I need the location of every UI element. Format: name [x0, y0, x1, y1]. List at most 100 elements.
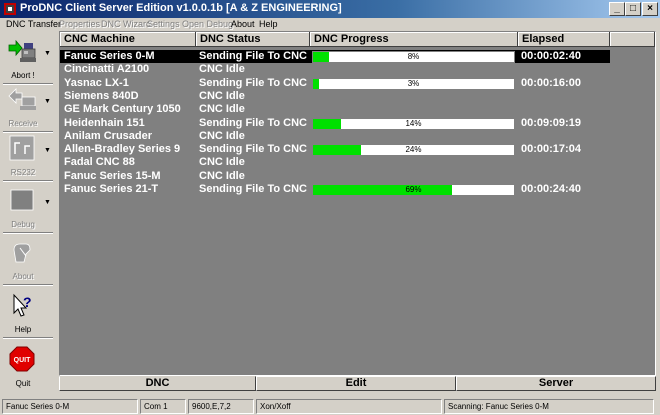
cell-elapsed: 00:00:02:40 [521, 50, 581, 62]
progress-bar: 14% [312, 117, 515, 130]
progress-text: 8% [407, 52, 420, 61]
grid-row[interactable]: Heidenhain 151 Sending File To CNC 14% 00:0… [60, 117, 610, 130]
grid-row[interactable]: Allen-Bradley Series 9 Sending File To CN… [60, 143, 610, 157]
quit-button[interactable]: QUIT Quit [0, 343, 55, 393]
cell-dnc-status: Sending File To CNC [199, 76, 307, 89]
debug-button[interactable]: ▼ Debug [0, 184, 55, 234]
about-label: About [12, 272, 34, 281]
receive-dropdown-arrow-icon[interactable]: ▼ [44, 98, 51, 105]
cell-cnc-machine: Fanuc Series 0-M [64, 50, 155, 62]
column-header-dnc-status[interactable]: DNC Status [196, 32, 310, 47]
cell-dnc-status: Sending File To CNC [199, 183, 307, 195]
menu-bar: DNC Transfer Properties DNC Wizard Setti… [0, 18, 660, 30]
status-bar: Fanuc Series 0-M Com 1 9600,E,7,2 Xon/Xo… [0, 397, 660, 415]
column-header-filler [610, 32, 655, 47]
grid-row[interactable]: Cincinatti A2100 CNC Idle [60, 63, 610, 76]
menu-settings[interactable]: Settings [147, 18, 180, 30]
cell-elapsed [521, 156, 609, 169]
cell-dnc-status: Sending File To CNC [199, 116, 307, 129]
status-flow-control: Xon/Xoff [256, 399, 442, 414]
cell-elapsed [521, 90, 609, 103]
progress-text: 3% [407, 78, 420, 88]
title-bar: ProDNC Client Server Edition v1.0.0.1b [… [0, 0, 660, 18]
cell-dnc-status: Sending File To CNC [199, 143, 307, 156]
receive-icon [8, 88, 36, 110]
cell-elapsed: 00:09:09:19 [521, 116, 581, 129]
tab-edit[interactable]: Edit [256, 376, 456, 391]
close-button[interactable]: × [642, 2, 658, 16]
status-scanning: Scanning: Fanuc Series 0-M [444, 399, 654, 414]
column-header-cnc-machine[interactable]: CNC Machine [60, 32, 196, 47]
tab-dnc[interactable]: DNC [59, 376, 256, 391]
cell-cnc-machine: Siemens 840D [64, 89, 139, 102]
toolbar-divider [3, 284, 53, 286]
abort-label: Abort ! [11, 71, 35, 80]
progress-bar: 8% [312, 51, 515, 63]
cell-cnc-machine: Fanuc Series 21-T [64, 183, 159, 195]
rs232-dropdown-arrow-icon[interactable]: ▼ [44, 147, 51, 154]
help-button[interactable]: ? Help [0, 289, 55, 339]
grid-row[interactable]: Yasnac LX-1 Sending File To CNC 3% 00:00:16… [60, 77, 610, 90]
tab-server[interactable]: Server [456, 376, 656, 391]
column-header-elapsed[interactable]: Elapsed [518, 32, 610, 47]
receive-label: Receive [8, 119, 38, 128]
cell-cnc-machine: Fadal CNC 88 [64, 156, 135, 169]
cell-elapsed: 00:00:16:00 [521, 76, 581, 89]
progress-text: 69% [405, 185, 422, 194]
cell-cnc-machine: Fanuc Series 15-M [64, 169, 161, 182]
grid-row[interactable]: Fanuc Series 15-M CNC Idle [60, 170, 610, 183]
maximize-button[interactable]: □ [625, 2, 641, 16]
menu-properties[interactable]: Properties [59, 18, 100, 30]
help-icon: ? [13, 293, 32, 317]
cell-dnc-status: CNC Idle [199, 169, 245, 182]
menu-about[interactable]: About [231, 18, 255, 30]
menu-dnc-transfer[interactable]: DNC Transfer [6, 18, 61, 30]
cell-elapsed [521, 130, 609, 143]
cell-dnc-status: Sending File To CNC [199, 50, 307, 62]
minimize-button[interactable]: _ [609, 2, 625, 16]
quit-label: Quit [15, 379, 31, 388]
toolbar-divider [3, 337, 53, 339]
left-toolbar: ▼ Abort ! ▼ Receive ▼ RS232 ▼ Debug Abou… [0, 31, 55, 393]
progress-text: 24% [405, 145, 422, 155]
abort-button[interactable]: ▼ Abort ! [0, 35, 55, 85]
cell-cnc-machine: Anilam Crusader [64, 129, 153, 142]
grid-row[interactable]: GE Mark Century 1050 CNC Idle [60, 103, 610, 116]
cell-cnc-machine: Allen-Bradley Series 9 [64, 143, 181, 156]
grid-row[interactable]: Fadal CNC 88 CNC Idle [60, 156, 610, 169]
rs232-button[interactable]: ▼ RS232 [0, 132, 55, 182]
abort-transfer-icon [8, 39, 36, 62]
about-icon [13, 243, 31, 263]
cell-dnc-status: CNC Idle [199, 129, 245, 142]
column-header-dnc-progress[interactable]: DNC Progress [310, 32, 518, 47]
cell-elapsed [521, 103, 609, 116]
grid-row[interactable]: Fanuc Series 21-T Sending File To CNC 69% 0… [60, 183, 610, 196]
debug-dropdown-arrow-icon[interactable]: ▼ [44, 199, 51, 206]
menu-open-debug[interactable]: Open Debug [182, 18, 233, 30]
cell-elapsed [521, 63, 609, 76]
dnc-grid: CNC Machine DNC Status DNC Progress Elap… [59, 31, 656, 376]
cell-dnc-status: CNC Idle [199, 89, 245, 102]
progress-bar: 24% [312, 144, 515, 157]
receive-button[interactable]: ▼ Receive [0, 83, 55, 133]
cell-dnc-status: CNC Idle [199, 156, 245, 169]
about-button[interactable]: About [0, 236, 55, 286]
status-port-settings: 9600,E,7,2 [188, 399, 254, 414]
abort-dropdown-arrow-icon[interactable]: ▼ [44, 50, 51, 57]
debug-label: Debug [11, 220, 35, 229]
cell-cnc-machine: GE Mark Century 1050 [64, 103, 181, 116]
svg-text:?: ? [23, 294, 32, 310]
cell-cnc-machine: Heidenhain 151 [64, 116, 145, 129]
menu-help[interactable]: Help [259, 18, 278, 30]
toolbar-divider [3, 180, 53, 182]
grid-row[interactable]: Fanuc Series 0-M Sending File To CNC 8% 00:… [60, 50, 610, 63]
status-port: Com 1 [140, 399, 186, 414]
grid-row[interactable]: Siemens 840D CNC Idle [60, 90, 610, 103]
quit-icon: QUIT [9, 346, 35, 372]
grid-row[interactable]: Anilam Crusader CNC Idle [60, 130, 610, 143]
menu-dnc-wizard[interactable]: DNC Wizard [101, 18, 151, 30]
cell-dnc-status: CNC Idle [199, 103, 245, 116]
window-title: ProDNC Client Server Edition v1.0.0.1b [… [20, 2, 342, 14]
progress-text: 14% [405, 118, 422, 128]
app-icon [4, 3, 16, 15]
